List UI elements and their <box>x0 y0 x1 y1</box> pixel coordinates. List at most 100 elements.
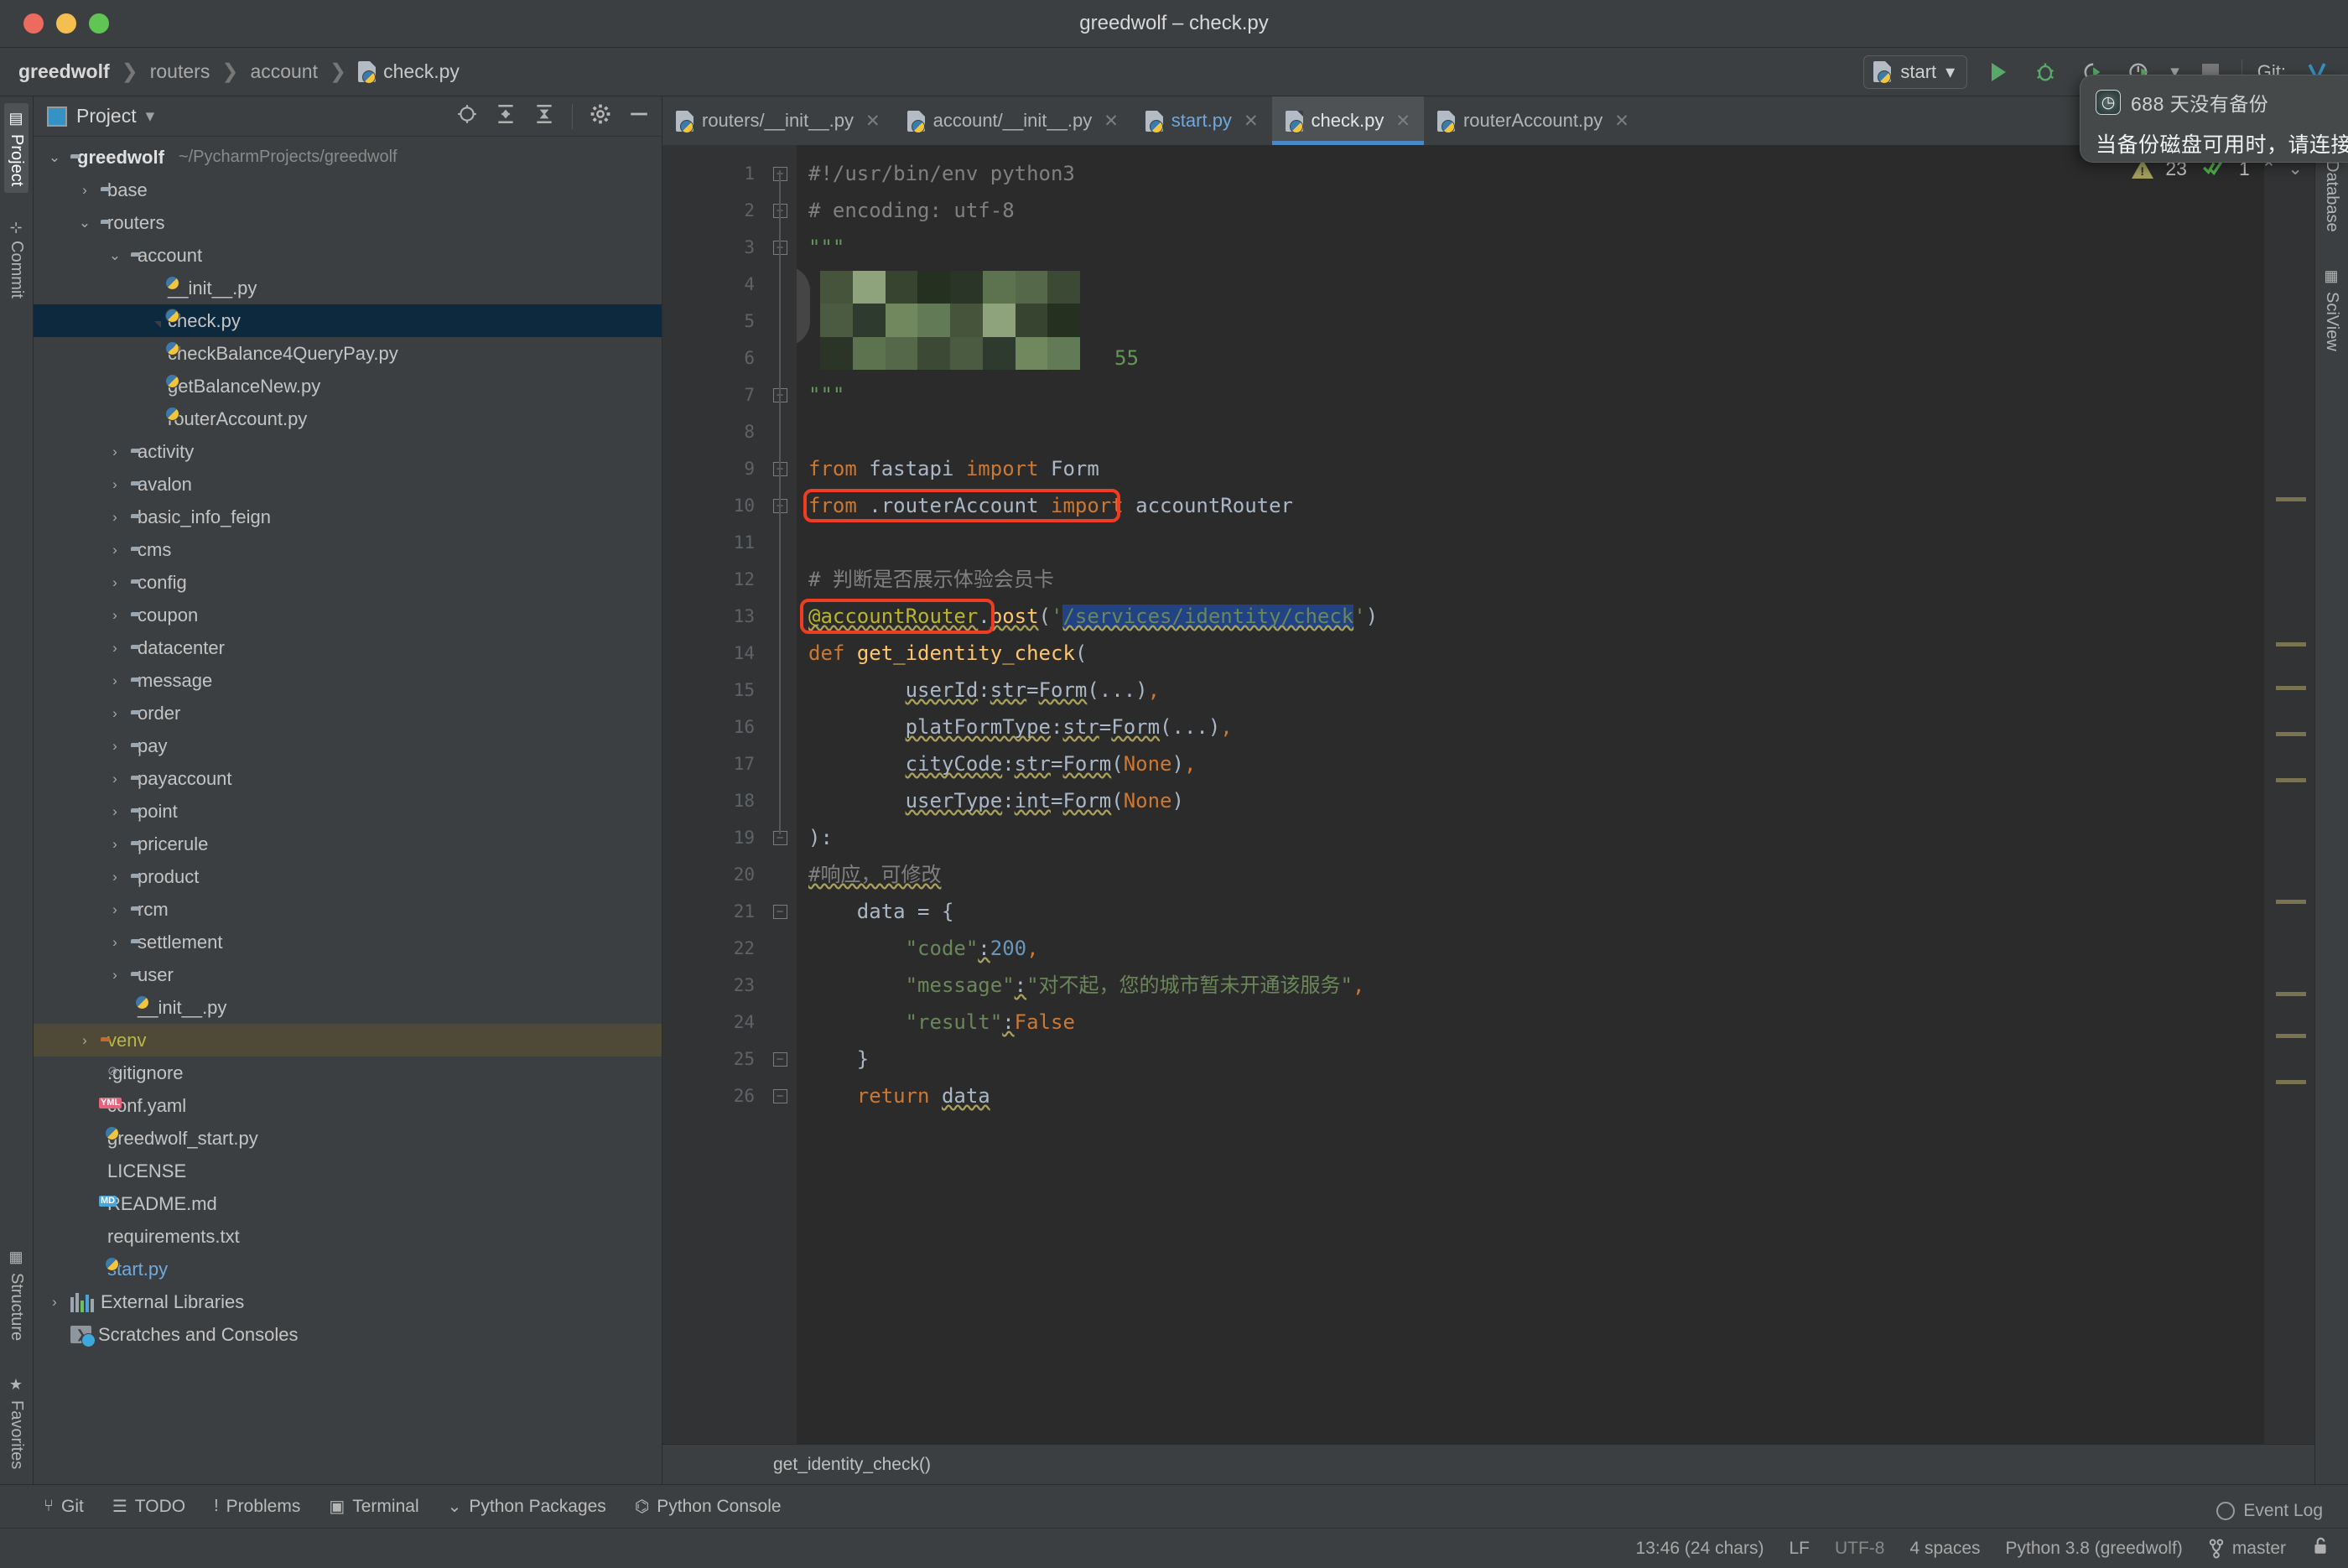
locate-icon[interactable] <box>456 103 478 129</box>
line-number[interactable]: 7 <box>662 376 763 413</box>
warning-marker[interactable] <box>2276 732 2306 736</box>
tree-item-avalon[interactable]: › avalon <box>34 468 662 501</box>
line-number[interactable]: 5 <box>662 303 763 340</box>
line-number[interactable]: 3 <box>662 229 763 266</box>
tree-item-point[interactable]: › point <box>34 795 662 828</box>
system-notification[interactable]: ◷ 688 天没有备份 当备份磁盘可用时，请连接 <box>2080 75 2348 163</box>
tree-item-__init__.py[interactable]: __init__.py <box>34 272 662 304</box>
chevron-right-icon[interactable]: › <box>106 607 124 624</box>
tree-item-cms[interactable]: › cms <box>34 533 662 566</box>
chevron-right-icon[interactable]: › <box>106 640 124 657</box>
tool-window-terminal[interactable]: ▣ Terminal <box>329 1496 418 1517</box>
line-number-gutter[interactable]: 1 2 3 4 5 6 7 8 9 10 11 12 13 14 15 16 17 18 19 20 21 22 23 24 2… <box>662 145 787 1444</box>
line-number[interactable]: 10 <box>662 487 763 524</box>
tree-item-user[interactable]: › user <box>34 958 662 991</box>
window-controls[interactable] <box>0 13 109 34</box>
tree-item-product[interactable]: › product <box>34 860 662 893</box>
code-content[interactable]: #!/usr/bin/env python3 # encoding: utf-8 "… <box>797 145 2264 1444</box>
warning-marker[interactable] <box>2276 642 2306 646</box>
warning-marker[interactable] <box>2276 778 2306 782</box>
tree-item-account[interactable]: ⌄ account <box>34 239 662 272</box>
chevron-down-icon[interactable]: ⌄ <box>45 149 64 166</box>
tree-item-order[interactable]: › order <box>34 697 662 729</box>
editor-tab-check-py[interactable]: check.py ✕ <box>1271 96 1425 145</box>
tree-item-check.py[interactable]: check.py <box>34 304 662 337</box>
tree-item-pricerule[interactable]: › pricerule <box>34 828 662 860</box>
chevron-right-icon[interactable]: › <box>45 1294 64 1311</box>
tree-item-readme.md[interactable]: MD README.md <box>34 1187 662 1220</box>
tree-item-message[interactable]: › message <box>34 664 662 697</box>
code-line-23[interactable]: "message":"对不起，您的城市暂未开通该服务", <box>797 967 2264 1004</box>
tree-item-base[interactable]: › base <box>34 174 662 206</box>
minimize-window-button[interactable] <box>56 13 76 34</box>
line-number[interactable]: 18 <box>662 782 763 819</box>
close-tab-icon[interactable]: ✕ <box>1395 111 1410 132</box>
line-number[interactable]: 24 <box>662 1004 763 1041</box>
code-line-9[interactable]: from fastapi import Form <box>797 450 2264 487</box>
code-line-12[interactable]: # 判断是否展示体验会员卡 <box>797 561 2264 598</box>
editor-tab-account-__init__-py[interactable]: account/__init__.py ✕ <box>894 96 1132 145</box>
tree-item-.gitignore[interactable]: .gitignore <box>34 1057 662 1089</box>
code-line-15[interactable]: userId:str=Form(...), <box>797 672 2264 709</box>
tree-item-getbalancenew.py[interactable]: getBalanceNew.py <box>34 370 662 402</box>
sidebar-item-project[interactable]: ▤ Project <box>4 103 29 194</box>
debug-button[interactable] <box>2029 56 2061 88</box>
code-line-2[interactable]: # encoding: utf-8 <box>797 192 2264 229</box>
editor-tab-bar[interactable]: routers/__init__.py ✕ account/__init__.py ✕… <box>662 96 2314 145</box>
line-number[interactable]: 11 <box>662 524 763 561</box>
tool-window-todo[interactable]: ☰ TODO <box>112 1496 185 1517</box>
editor-tab-routers-__init__-py[interactable]: routers/__init__.py ✕ <box>662 96 894 145</box>
tree-item-basic_info_feign[interactable]: › basic_info_feign <box>34 501 662 533</box>
code-line-1[interactable]: #!/usr/bin/env python3 <box>797 155 2264 192</box>
breadcrumb[interactable]: greedwolf ❯ routers ❯ account ❯ check.py <box>18 60 460 84</box>
chevron-right-icon[interactable]: › <box>106 444 124 460</box>
line-number[interactable]: 12 <box>662 561 763 598</box>
run-configuration-selector[interactable]: start ▾ <box>1863 55 1968 89</box>
line-number[interactable]: 2 <box>662 192 763 229</box>
tree-item-venv[interactable]: › venv <box>34 1024 662 1057</box>
sidebar-item-commit[interactable]: ⊹ Commit <box>4 215 29 305</box>
close-window-button[interactable] <box>23 13 44 34</box>
line-number[interactable]: 6 <box>662 340 763 376</box>
close-tab-icon[interactable]: ✕ <box>1614 111 1629 132</box>
editor-tab-routeraccount-py[interactable]: routerAccount.py ✕ <box>1424 96 1643 145</box>
sidebar-item-favorites[interactable]: ★ Favorites <box>4 1369 29 1476</box>
chevron-down-icon[interactable]: ⌄ <box>106 247 124 264</box>
code-line-19[interactable]: ): <box>797 819 2264 856</box>
line-number[interactable]: 25 <box>662 1041 763 1077</box>
tree-item-greedwolf_start.py[interactable]: greedwolf_start.py <box>34 1122 662 1155</box>
tree-item-routeraccount.py[interactable]: routerAccount.py <box>34 402 662 435</box>
chevron-down-icon[interactable]: ▾ <box>146 106 155 127</box>
line-number[interactable]: 26 <box>662 1077 763 1114</box>
lock-open-icon[interactable] <box>2311 1536 2330 1561</box>
line-number[interactable]: 13 <box>662 598 763 635</box>
chevron-right-icon[interactable]: › <box>75 1032 94 1049</box>
code-line-8[interactable] <box>797 413 2264 450</box>
tree-item-checkbalance4querypay.py[interactable]: checkBalance4QueryPay.py <box>34 337 662 370</box>
tree-item-payaccount[interactable]: › payaccount <box>34 762 662 795</box>
chevron-right-icon[interactable]: › <box>106 672 124 689</box>
tree-item-config[interactable]: › config <box>34 566 662 599</box>
line-number[interactable]: 15 <box>662 672 763 709</box>
chevron-right-icon[interactable]: › <box>106 934 124 951</box>
tree-item-__init__.py[interactable]: __init__.py <box>34 991 662 1024</box>
tree-item-conf.yaml[interactable]: YML conf.yaml <box>34 1089 662 1122</box>
warning-marker[interactable] <box>2276 686 2306 690</box>
breadcrumb-account[interactable]: account <box>250 60 318 83</box>
line-number[interactable]: 9 <box>662 450 763 487</box>
line-number[interactable]: 22 <box>662 930 763 967</box>
line-number[interactable]: 1 <box>662 155 787 192</box>
code-line-14[interactable]: def get_identity_check( <box>797 635 2264 672</box>
breadcrumb-file[interactable]: check.py <box>358 60 460 84</box>
tree-item-settlement[interactable]: › settlement <box>34 926 662 958</box>
chevron-right-icon[interactable]: › <box>106 869 124 885</box>
editor-breadcrumb[interactable]: get_identity_check() <box>662 1444 2314 1484</box>
code-line-18[interactable]: userType:int=Form(None) <box>797 782 2264 819</box>
warning-marker[interactable] <box>2276 992 2306 996</box>
editor-tab-start-py[interactable]: start.py ✕ <box>1132 96 1272 145</box>
chevron-right-icon[interactable]: › <box>106 967 124 984</box>
project-tree[interactable]: ⌄ greedwolf ~/PycharmProjects/greedwolf › ba… <box>34 137 662 1484</box>
code-line-7[interactable]: """ <box>797 376 2264 413</box>
minimize-icon[interactable] <box>628 103 650 129</box>
tool-window-problems[interactable]: ! Problems <box>214 1497 300 1517</box>
